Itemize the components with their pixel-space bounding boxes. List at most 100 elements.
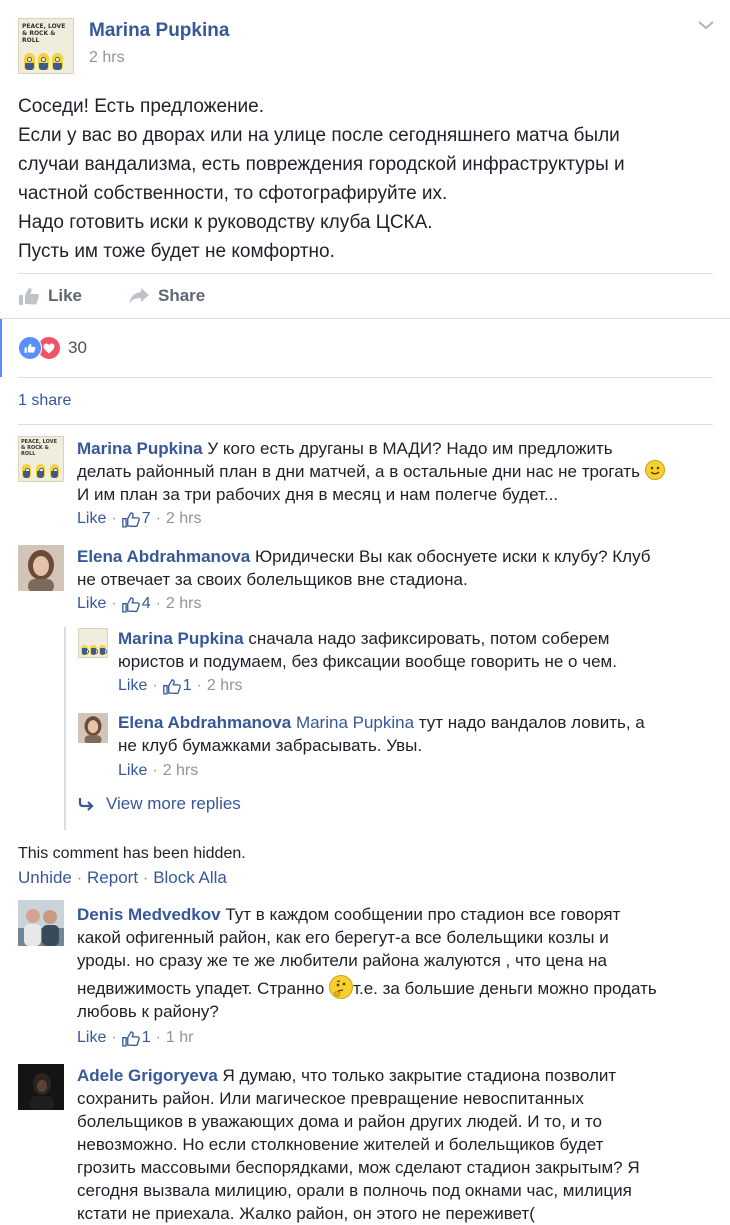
reply-line: не клуб бумажками забрасывать. Увы. bbox=[118, 736, 423, 755]
comment-line: не отвечает за своих болельщиков вне ста… bbox=[77, 570, 468, 589]
divider bbox=[18, 377, 713, 378]
comment-line: грозить массовыми беспорядками, мож сдел… bbox=[77, 1158, 640, 1177]
reply-like-button[interactable]: Like bbox=[118, 677, 147, 695]
comment-like-button[interactable]: Like bbox=[77, 1029, 106, 1047]
reply-like-count[interactable]: 1 bbox=[183, 677, 192, 695]
comment-meta: Like · 7 · 2 hrs bbox=[77, 510, 202, 528]
comment-time[interactable]: 2 hrs bbox=[166, 595, 202, 613]
comment-avatar[interactable]: PEACE, LOVE & ROCK & ROLL bbox=[18, 436, 64, 482]
reply-like-button[interactable]: Like bbox=[118, 762, 147, 780]
comment-meta: Like · 1 · 1 hr bbox=[77, 1029, 194, 1047]
like-button[interactable]: Like bbox=[18, 285, 82, 307]
comment-line: И им план за три рабочих дня в месяц и н… bbox=[77, 485, 559, 504]
separator: · bbox=[142, 868, 149, 887]
comment-author[interactable]: Elena Abdrahmanova bbox=[77, 547, 250, 566]
hidden-comment-notice: This comment has been hidden. bbox=[18, 845, 246, 862]
comment-line: Я думаю, что только закрытие стадиона по… bbox=[222, 1066, 617, 1085]
divider bbox=[0, 318, 730, 319]
share-button[interactable]: Share bbox=[128, 285, 205, 307]
reply: Marina Pupkina сначала надо зафиксироват… bbox=[118, 627, 617, 673]
comment-line: делать районный план в дни матчей, а в о… bbox=[77, 462, 640, 481]
comment-time[interactable]: 1 hr bbox=[166, 1029, 194, 1047]
separator: · bbox=[76, 868, 83, 887]
comment: Elena Abdrahmanova Юридически Вы как обо… bbox=[77, 545, 651, 591]
like-count-icon bbox=[162, 678, 181, 695]
post-author-avatar[interactable]: PEACE, LOVE & ROCK & ROLL bbox=[18, 18, 74, 74]
post-body: Соседи! Есть предложение. Если у вас во … bbox=[18, 92, 718, 266]
reply-time[interactable]: 2 hrs bbox=[207, 677, 243, 695]
view-more-replies-link[interactable]: View more replies bbox=[78, 794, 241, 814]
reactions-summary[interactable]: 30 bbox=[18, 336, 87, 360]
comment-avatar[interactable] bbox=[18, 545, 64, 591]
reply-meta: Like · 1 · 2 hrs bbox=[118, 677, 243, 695]
comment-line: Тут в каждом сообщении про стадион все г… bbox=[225, 905, 621, 924]
comment-line: любовь к району? bbox=[77, 1002, 219, 1021]
reply-time[interactable]: 2 hrs bbox=[163, 762, 199, 780]
comment-line: т.е. за большие деньги можно продать bbox=[353, 979, 657, 998]
post-line: Соседи! Есть предложение. bbox=[18, 96, 265, 117]
comment-author[interactable]: Adele Grigoryeva bbox=[77, 1066, 218, 1085]
like-reaction-icon bbox=[18, 336, 42, 360]
block-link[interactable]: Block Alla bbox=[153, 868, 227, 887]
reply-line: сначала надо зафиксировать, потом собере… bbox=[248, 629, 610, 648]
comment-line: Юридически Вы как обоснуете иски к клубу… bbox=[254, 547, 651, 566]
share-icon bbox=[129, 288, 149, 304]
post-author-name[interactable]: Marina Pupkina bbox=[89, 20, 229, 42]
comment-like-button[interactable]: Like bbox=[77, 595, 106, 613]
view-more-replies-label: View more replies bbox=[106, 794, 241, 813]
smile-emoji-icon bbox=[644, 460, 665, 480]
divider bbox=[18, 424, 713, 425]
post-timestamp[interactable]: 2 hrs bbox=[89, 49, 125, 67]
comment: Denis Medvedkov Тут в каждом сообщении п… bbox=[77, 903, 657, 1023]
avatar-text: PEACE, LOVE & ROCK & ROLL bbox=[22, 23, 66, 44]
comment-time[interactable]: 2 hrs bbox=[166, 510, 202, 528]
comment-line: болельщиков в уважающих дома и район дру… bbox=[77, 1112, 602, 1131]
unhide-link[interactable]: Unhide bbox=[18, 868, 72, 887]
comment: Adele Grigoryeva Я думаю, что только зак… bbox=[77, 1064, 640, 1225]
divider bbox=[18, 273, 713, 274]
comment-avatar[interactable] bbox=[18, 1064, 64, 1110]
chevron-down-icon[interactable] bbox=[696, 15, 716, 35]
comment: Marina Pupkina У кого есть друганы в МАД… bbox=[77, 437, 665, 506]
comment-line: невозможно. Но если столкновение жителей… bbox=[77, 1135, 604, 1154]
report-link[interactable]: Report bbox=[87, 868, 138, 887]
comment-line: сохранить район. Или магическое превраще… bbox=[77, 1089, 584, 1108]
comment-line: кстати не приехала. Жалко район, он этог… bbox=[77, 1204, 535, 1223]
comment-line: недвижимость упадет. Странно bbox=[77, 979, 325, 998]
reply-avatar[interactable] bbox=[78, 628, 108, 658]
comment-line: сегодня вызвала милицию, орали в полночь… bbox=[77, 1181, 632, 1200]
comment-line: уроды. но сразу же те же любители района… bbox=[77, 951, 607, 970]
comment-author[interactable]: Marina Pupkina bbox=[77, 439, 203, 458]
comment-line: какой офигенный район, как его берегут-а… bbox=[77, 928, 609, 947]
comment-line: У кого есть друганы в МАДИ? Надо им пред… bbox=[207, 439, 613, 458]
comment-avatar[interactable] bbox=[18, 900, 64, 946]
reply-arrow-icon bbox=[78, 798, 94, 811]
reply-mention[interactable]: Marina Pupkina bbox=[296, 713, 414, 732]
thinking-emoji-icon bbox=[329, 975, 354, 999]
focus-accent bbox=[0, 319, 2, 377]
shares-count-link[interactable]: 1 share bbox=[18, 392, 71, 410]
avatar-text: PEACE, LOVE & ROCK & ROLL bbox=[21, 439, 58, 457]
like-count-icon bbox=[121, 511, 140, 528]
like-icon bbox=[19, 288, 40, 305]
comment-author[interactable]: Denis Medvedkov bbox=[77, 905, 221, 924]
post-line: случаи вандализма, есть повреждения горо… bbox=[18, 154, 625, 175]
post-line: Надо готовить иски к руководству клуба Ц… bbox=[18, 212, 433, 233]
comment-like-count[interactable]: 4 bbox=[142, 595, 151, 613]
comment-like-button[interactable]: Like bbox=[77, 510, 106, 528]
reply-avatar[interactable] bbox=[78, 713, 108, 743]
reply-thread-line bbox=[64, 627, 66, 830]
like-count-icon bbox=[121, 1030, 140, 1047]
reply-line: юристов и подумаем, без фиксации вообще … bbox=[118, 652, 617, 671]
reply-meta: Like · 2 hrs bbox=[118, 762, 199, 780]
reaction-count: 30 bbox=[68, 338, 87, 357]
post-line: Пусть им тоже будет не комфортно. bbox=[18, 241, 335, 262]
reply-author[interactable]: Elena Abdrahmanova bbox=[118, 713, 291, 732]
comment-like-count[interactable]: 1 bbox=[142, 1029, 151, 1047]
comment-meta: Like · 4 · 2 hrs bbox=[77, 595, 202, 613]
hidden-comment-actions: Unhide · Report · Block Alla bbox=[18, 868, 227, 888]
reply-author[interactable]: Marina Pupkina bbox=[118, 629, 244, 648]
comment-like-count[interactable]: 7 bbox=[142, 510, 151, 528]
share-label: Share bbox=[158, 286, 206, 305]
reply-line: тут надо вандалов ловить, а bbox=[418, 713, 645, 732]
